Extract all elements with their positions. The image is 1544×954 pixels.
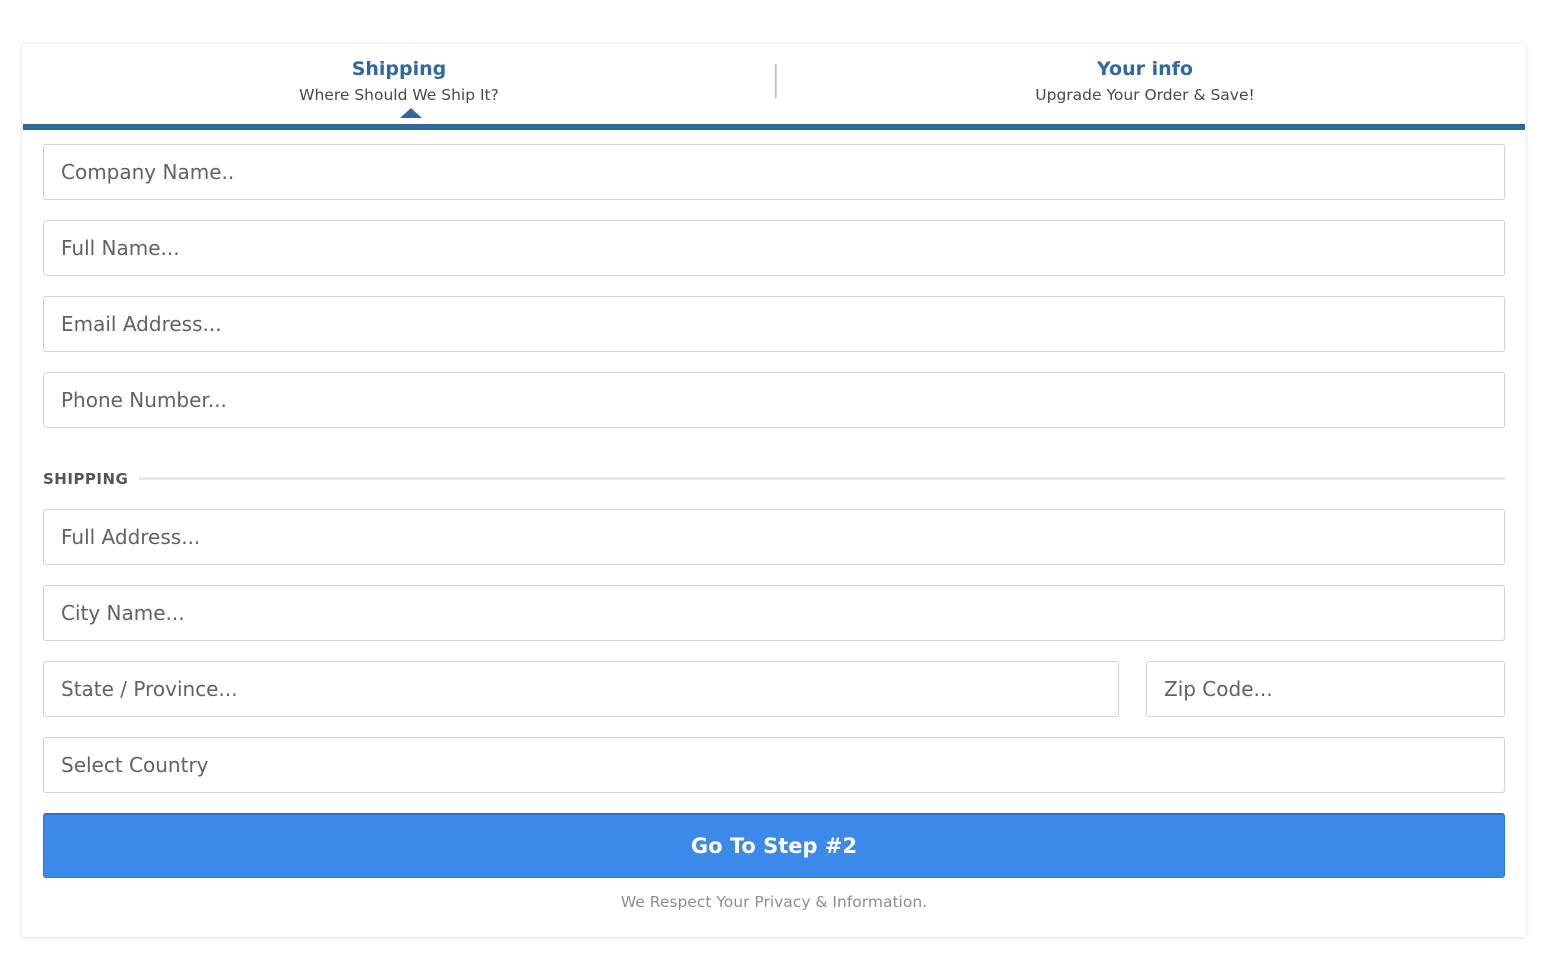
privacy-note: We Respect Your Privacy & Information. bbox=[620, 893, 928, 911]
country-select-value: Select Country bbox=[61, 753, 209, 777]
company-name-input[interactable] bbox=[43, 144, 1505, 200]
active-step-caret-icon bbox=[400, 108, 422, 118]
tab-your-info-subtitle: Upgrade Your Order & Save! bbox=[1035, 86, 1255, 104]
zip-input[interactable] bbox=[1146, 661, 1505, 717]
email-input[interactable] bbox=[43, 296, 1505, 352]
section-divider bbox=[139, 477, 1505, 480]
country-select[interactable]: Select Country bbox=[43, 737, 1505, 793]
city-input[interactable] bbox=[43, 585, 1505, 641]
shipping-section-label: SHIPPING bbox=[43, 470, 129, 488]
full-name-input[interactable] bbox=[43, 220, 1505, 276]
address-input[interactable] bbox=[43, 509, 1505, 565]
state-input[interactable] bbox=[43, 661, 1119, 717]
tab-shipping-subtitle: Where Should We Ship It? bbox=[299, 86, 499, 104]
go-to-step-2-button[interactable]: Go To Step #2 bbox=[43, 813, 1505, 878]
tab-shipping-title: Shipping bbox=[351, 58, 447, 80]
checkout-card: Shipping Where Should We Ship It? Your i… bbox=[22, 44, 1526, 937]
phone-input[interactable] bbox=[43, 372, 1505, 428]
step-tabs: Shipping Where Should We Ship It? Your i… bbox=[23, 44, 1525, 130]
tab-shipping[interactable]: Shipping Where Should We Ship It? bbox=[23, 44, 775, 118]
tab-your-info-title: Your info bbox=[1097, 58, 1193, 80]
tab-your-info[interactable]: Your info Upgrade Your Order & Save! bbox=[775, 44, 1515, 118]
